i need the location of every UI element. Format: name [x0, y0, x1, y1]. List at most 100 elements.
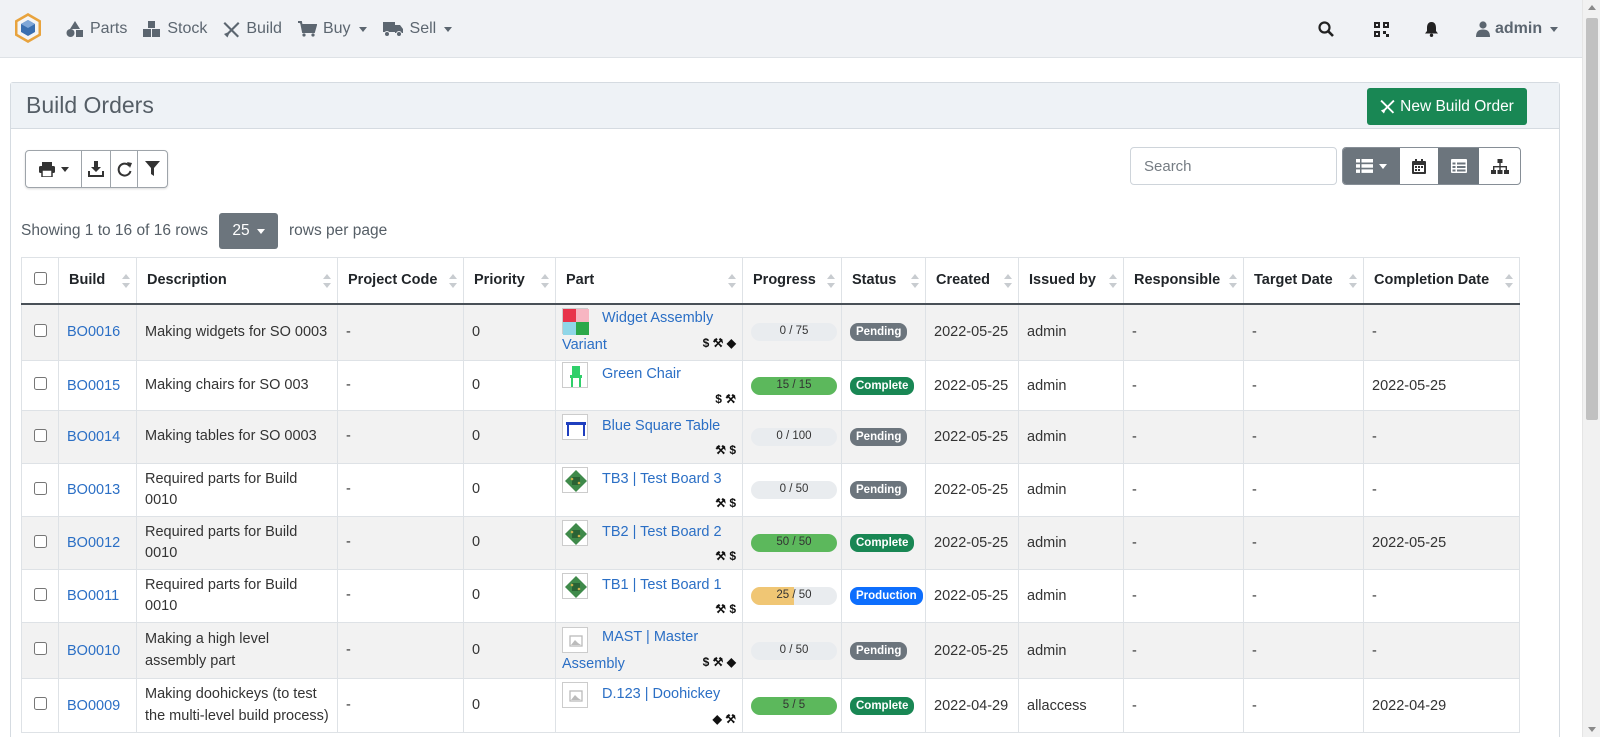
part-link[interactable]: Blue Square Table	[602, 418, 720, 434]
calendar-view-button[interactable]	[1400, 148, 1438, 184]
part-link[interactable]: Green Chair	[602, 366, 681, 382]
print-button[interactable]	[26, 151, 82, 187]
column-header-target-date[interactable]: Target Date	[1243, 257, 1364, 305]
build-reference-link[interactable]: BO0016	[67, 324, 120, 340]
download-button[interactable]	[82, 151, 111, 187]
table-row[interactable]: BO0013 Required parts for Build 0010-0 TB3…	[21, 463, 1520, 517]
search-input[interactable]	[1130, 147, 1337, 185]
scroll-up-arrow-icon[interactable]	[1588, 5, 1596, 10]
build-reference-link[interactable]: BO0012	[67, 535, 120, 551]
build-reference-link[interactable]: BO0009	[67, 698, 120, 714]
target-date-cell: -	[1243, 303, 1364, 361]
part-link[interactable]: TB2 | Test Board 2	[602, 524, 722, 540]
rows-per-page-select[interactable]: 25	[218, 213, 278, 249]
row-checkbox[interactable]	[33, 534, 47, 548]
build-reference-link[interactable]: BO0011	[67, 588, 119, 604]
progress-text: 0 / 50	[779, 483, 809, 495]
issued-by-cell: admin	[1018, 516, 1124, 570]
download-icon	[88, 161, 104, 177]
completion-date-cell: -	[1363, 569, 1520, 623]
progress-text: 0 / 50	[779, 643, 809, 656]
row-select-cell	[21, 410, 59, 464]
part-thumbnail	[562, 362, 588, 388]
rows-per-page-value: 25	[232, 222, 250, 239]
nav-sell-label: Sell	[409, 20, 437, 37]
truck-icon	[382, 22, 403, 37]
status-cell: Pending	[841, 410, 926, 464]
scroll-down-arrow-icon[interactable]	[1588, 727, 1596, 732]
part-link-cont[interactable]: Variant	[562, 332, 607, 359]
column-header-priority[interactable]: Priority	[463, 257, 556, 305]
part-link[interactable]: MAST | Master	[602, 629, 698, 645]
build-reference-link[interactable]: BO0013	[67, 482, 120, 498]
tree-view-button[interactable]	[1479, 148, 1520, 184]
column-header-description[interactable]: Description	[136, 257, 338, 305]
part-link[interactable]: TB3 | Test Board 3	[602, 471, 722, 487]
scrollbar-thumb[interactable]	[1586, 18, 1598, 420]
description-cell: Making doohickeys (to test the multi-lev…	[136, 678, 338, 733]
row-checkbox[interactable]	[33, 697, 47, 710]
table-row[interactable]: BO0010 Making a high level assembly part -…	[21, 622, 1520, 679]
table-row[interactable]: BO0015 Making chairs for SO 003-0 Green Ch…	[21, 360, 1520, 411]
build-reference-link[interactable]: BO0010	[67, 643, 120, 659]
row-checkbox[interactable]	[33, 642, 47, 655]
sort-icon	[541, 274, 549, 288]
issued-by-cell: admin	[1018, 463, 1124, 517]
build-reference-link[interactable]: BO0014	[67, 429, 120, 445]
filter-button[interactable]	[138, 151, 167, 187]
build-reference-link[interactable]: BO0015	[67, 378, 120, 394]
rows-per-page-label: rows per page	[288, 222, 388, 239]
barcode-scan-button[interactable]	[1374, 0, 1389, 58]
column-header-responsible[interactable]: Responsible	[1123, 257, 1244, 305]
column-header-project-code[interactable]: Project Code	[337, 257, 464, 305]
responsible-cell: -	[1123, 569, 1244, 623]
part-link[interactable]: D.123 | Doohickey	[602, 686, 720, 702]
table-row[interactable]: BO0011 Required parts for Build 0010-0 TB1…	[21, 569, 1520, 623]
part-link[interactable]: Widget Assembly	[602, 310, 713, 326]
column-header-label: Progress	[753, 272, 816, 289]
user-menu[interactable]: admin	[1476, 0, 1559, 58]
search-button[interactable]	[1318, 0, 1334, 58]
progress-bar: 5 / 5	[751, 696, 837, 715]
nav-sell[interactable]: Sell	[382, 20, 453, 38]
nav-parts[interactable]: Parts	[66, 20, 127, 38]
notifications-button[interactable]	[1424, 0, 1439, 58]
nav-build[interactable]: Build	[223, 20, 282, 38]
table-row[interactable]: BO0009 Making doohickeys (to test the mul…	[21, 678, 1520, 733]
table-list-icon	[1450, 159, 1467, 173]
select-all-checkbox[interactable]	[33, 271, 47, 285]
table-row[interactable]: BO0012 Required parts for Build 0010-0 TB2…	[21, 516, 1520, 570]
nav-buy[interactable]: Buy	[297, 20, 367, 38]
row-select-cell	[21, 516, 59, 570]
part-link[interactable]: TB1 | Test Board 1	[602, 577, 722, 593]
table-view-button[interactable]	[1437, 148, 1480, 184]
column-header-progress[interactable]: Progress	[742, 257, 842, 305]
table-row[interactable]: BO0016 Making widgets for SO 0003-0 Widget…	[21, 303, 1520, 361]
nav-stock[interactable]: Stock	[143, 20, 207, 38]
column-header-created[interactable]: Created	[925, 257, 1019, 305]
column-header-status[interactable]: Status	[841, 257, 926, 305]
row-checkbox[interactable]	[33, 377, 47, 390]
new-build-order-button[interactable]: New Build Order	[1367, 88, 1527, 125]
row-checkbox[interactable]	[33, 323, 47, 337]
row-checkbox[interactable]	[33, 587, 47, 601]
column-header-completion-date[interactable]: Completion Date	[1363, 257, 1520, 305]
build-orders-panel: Build Orders New Build Order Search Show…	[10, 82, 1560, 737]
project-code-cell: -	[337, 516, 464, 570]
part-flags-icon: ⚒ $	[715, 602, 736, 617]
row-checkbox[interactable]	[33, 481, 47, 495]
priority-cell: 0	[463, 463, 556, 517]
vertical-scrollbar[interactable]	[1582, 0, 1600, 737]
completion-date-cell: -	[1363, 410, 1520, 464]
target-date-cell: -	[1243, 622, 1364, 679]
table-row[interactable]: BO0014 Making tables for SO 0003-0 Blue Sq…	[21, 410, 1520, 464]
inventree-logo[interactable]	[13, 12, 43, 44]
part-link-cont[interactable]: Assembly	[562, 651, 625, 678]
column-header-issued-by[interactable]: Issued by	[1018, 257, 1124, 305]
column-header-build[interactable]: Build	[58, 257, 137, 305]
status-badge: Production	[850, 587, 923, 605]
list-view-button[interactable]	[1343, 148, 1401, 184]
refresh-button[interactable]	[111, 151, 138, 187]
column-header-part[interactable]: Part	[555, 257, 743, 305]
row-checkbox[interactable]	[33, 428, 47, 442]
